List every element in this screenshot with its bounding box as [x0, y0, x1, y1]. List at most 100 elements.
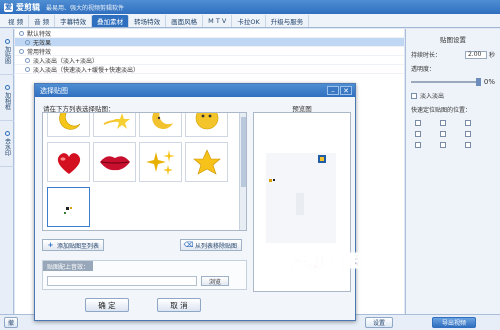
nav-add-sticker[interactable]: 加贴图	[0, 29, 14, 75]
sticker-moon-yellow[interactable]	[47, 113, 90, 137]
nav-label: 加相框	[3, 92, 11, 110]
tab-subtitle-effects[interactable]: 字幕特效	[55, 15, 93, 27]
duration-label: 持续时长：	[411, 52, 442, 59]
list-label: 常用特效	[27, 48, 52, 56]
sticker-red-lips[interactable]	[93, 142, 136, 182]
moon-icon	[58, 113, 80, 130]
settings-button[interactable]: 设置	[365, 317, 393, 328]
position-checkbox[interactable]	[415, 120, 421, 126]
cancel-button[interactable]: 取 消	[157, 298, 201, 312]
tab-picture-style[interactable]: 画面风格	[166, 15, 204, 27]
remove-sticker-from-list-button[interactable]: ⌫ 从列表移除贴图	[180, 239, 243, 251]
tab-transitions[interactable]: 转场特效	[129, 15, 167, 27]
position-checkbox[interactable]	[440, 142, 446, 148]
panel-header: 贴图设置	[440, 36, 466, 44]
sticker-settings-panel: 贴图设置 持续时长： 2.00 秒 透明度： 0% 淡入淡出 快速定位贴图的位置…	[405, 29, 500, 314]
position-checkbox[interactable]	[440, 120, 446, 126]
sound-file-input[interactable]	[47, 276, 197, 286]
button-label: 从列表移除贴图	[195, 242, 238, 250]
position-checkbox[interactable]	[465, 142, 471, 148]
app-subtitle: 最易用、强大的视频剪辑软件	[46, 4, 125, 12]
radio-icon	[25, 66, 30, 72]
star-icon	[192, 149, 221, 175]
sticker-gold-star[interactable]	[185, 142, 228, 182]
tab-upgrade-service[interactable]: 升级与服务	[266, 15, 310, 27]
title-bar: 爱 爱剪辑 最易用、强大的视频剪辑软件	[0, 0, 500, 14]
add-sticker-to-list-button[interactable]: + 添加贴图至列表	[42, 239, 105, 251]
dialog-title-bar: 选择贴图 – ✕	[35, 84, 355, 97]
main-tabs: 视 频 音 频 字幕特效 叠加素材 转场特效 画面风格 M T V 卡拉OK 升…	[0, 14, 500, 28]
heart-icon	[57, 153, 80, 174]
slider-handle[interactable]	[475, 78, 481, 86]
radio-icon	[25, 39, 30, 45]
nav-remove-watermark[interactable]: 去水印	[0, 121, 14, 167]
position-row: 快速定位贴图的位置：	[411, 105, 495, 114]
full-moon-icon	[195, 113, 218, 130]
position-checkbox[interactable]	[465, 131, 471, 137]
button-label: 添加贴图至列表	[57, 242, 100, 250]
sparkles-icon	[145, 150, 175, 175]
nav-label: 去水印	[3, 138, 11, 156]
sticker-red-heart[interactable]	[47, 142, 90, 182]
shooting-star-icon	[103, 113, 130, 129]
list-item[interactable]: 淡入淡出（快速淡入+缓慢+快速淡出）	[15, 65, 404, 74]
list-label: 默认特效	[27, 30, 52, 38]
list-group[interactable]: 默认特效	[15, 29, 404, 38]
opacity-value: 0%	[483, 78, 495, 86]
opacity-row: 透明度：	[411, 64, 495, 73]
sticker-sound-group: 贴图配上音效： 浏览	[42, 260, 247, 290]
dialog-title: 选择贴图	[40, 86, 68, 95]
trash-icon: ⌫	[183, 241, 194, 249]
left-nav: 加贴图 加相框 去水印	[0, 29, 14, 324]
tab-overlay-materials[interactable]: 叠加素材	[92, 15, 130, 27]
sleepy-moon-icon	[151, 113, 173, 129]
browse-button[interactable]: 浏览	[201, 276, 229, 286]
position-grid	[415, 120, 495, 148]
radio-icon	[25, 57, 30, 63]
sticker-gold-sparkles[interactable]	[139, 142, 182, 182]
opacity-label: 透明度：	[411, 66, 436, 73]
duration-unit: 秒	[488, 52, 495, 59]
nav-label: 加贴图	[3, 46, 11, 64]
position-checkbox[interactable]	[415, 131, 421, 137]
export-video-button[interactable]: 导出视频	[432, 317, 476, 328]
sticker-shooting-star[interactable]	[93, 113, 136, 137]
sticker-moon-sleepy[interactable]	[139, 113, 182, 137]
ok-button[interactable]: 确 定	[85, 298, 129, 312]
undo-button[interactable]: 撤	[4, 317, 18, 328]
sticker-list-scrollbar[interactable]	[239, 113, 246, 230]
list-item[interactable]: 无效果	[15, 38, 404, 47]
position-checkbox[interactable]	[440, 131, 446, 137]
nav-add-frame[interactable]: 加相框	[0, 75, 14, 121]
list-label: 淡入淡出（淡入+淡出）	[33, 57, 99, 65]
preview-sticker-icon	[269, 155, 326, 215]
sticker-moon-face[interactable]	[185, 113, 228, 137]
tab-audio[interactable]: 音 频	[29, 15, 56, 27]
tab-video[interactable]: 视 频	[3, 15, 30, 27]
duration-stepper[interactable]: 2.00	[464, 50, 487, 59]
tab-karaoke[interactable]: 卡拉OK	[232, 15, 266, 27]
small-sticker-icon	[63, 207, 72, 214]
sticker-list	[42, 112, 247, 231]
collapse-icon	[19, 30, 24, 36]
radio-icon	[4, 131, 10, 136]
list-label: 淡入淡出（快速淡入+缓慢+快速淡出）	[33, 66, 140, 74]
scrollbar-thumb[interactable]	[241, 117, 246, 187]
fade-label: 淡入淡出	[420, 93, 445, 100]
minimize-icon[interactable]: –	[327, 86, 339, 95]
sticker-small-custom[interactable]	[47, 187, 90, 227]
position-checkbox[interactable]	[465, 120, 471, 126]
opacity-slider[interactable]: 0%	[411, 78, 495, 86]
position-checkbox[interactable]	[415, 142, 421, 148]
tab-mtv[interactable]: M T V	[203, 15, 233, 27]
list-label: 无效果	[33, 39, 52, 47]
radio-icon	[4, 85, 10, 90]
slider-track	[411, 78, 481, 86]
preview-frame	[266, 153, 336, 243]
fade-row: 淡入淡出	[411, 91, 495, 100]
position-label: 快速定位贴图的位置：	[411, 107, 472, 114]
close-icon[interactable]: ✕	[340, 86, 352, 95]
app-logo: 爱	[4, 2, 13, 12]
fade-checkbox[interactable]	[411, 92, 417, 99]
collapse-icon	[19, 48, 24, 54]
